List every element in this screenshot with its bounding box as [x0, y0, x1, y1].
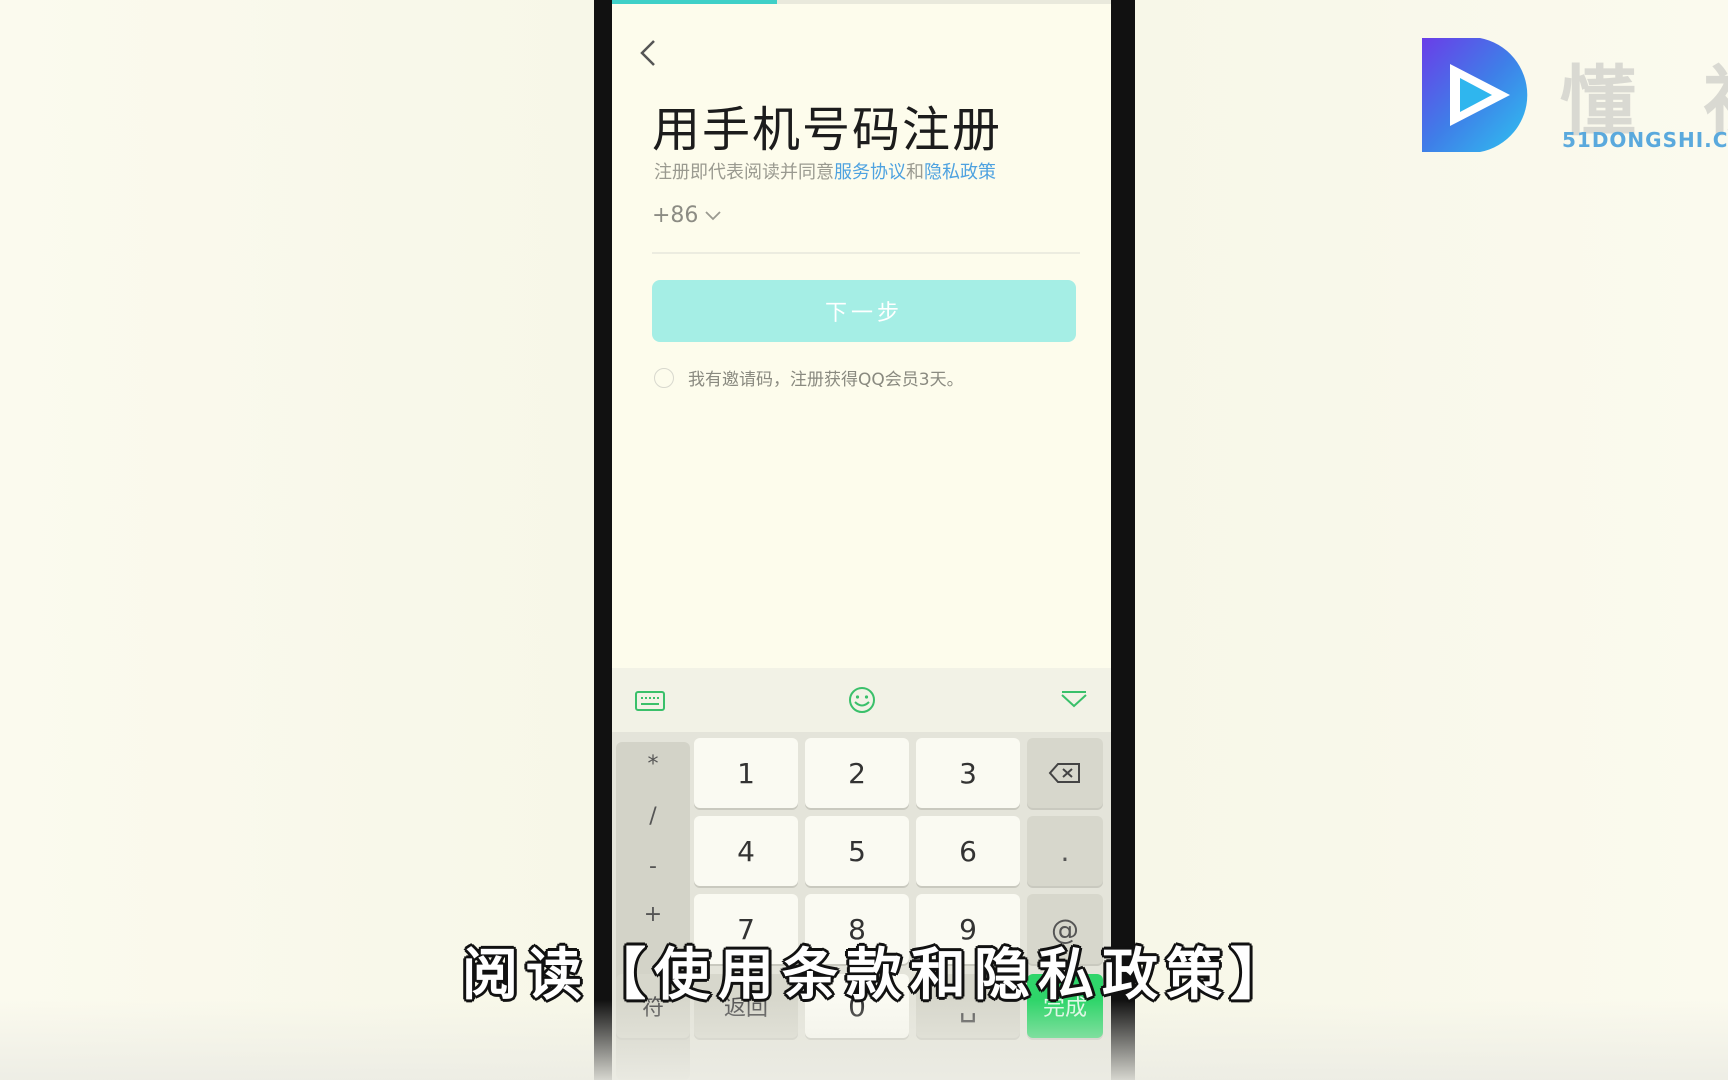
service-agreement-link[interactable]: 服务协议: [834, 162, 906, 183]
backspace-key[interactable]: [1027, 738, 1103, 808]
symbol-minus-key[interactable]: -: [616, 854, 690, 879]
agreement-text: 注册即代表阅读并同意服务协议和隐私政策: [654, 158, 996, 184]
play-logo-icon: [1422, 38, 1528, 152]
agreement-prefix: 注册即代表阅读并同意: [654, 162, 834, 183]
collapse-keyboard-icon[interactable]: [1058, 686, 1090, 714]
key-4[interactable]: 4: [694, 816, 798, 886]
page-title: 用手机号码注册: [652, 102, 1003, 158]
key-5[interactable]: 5: [805, 816, 909, 886]
background-right: [1134, 0, 1728, 1080]
keyboard-icon[interactable]: [634, 686, 666, 714]
background-left: [0, 0, 594, 1080]
privacy-policy-link[interactable]: 隐私政策: [924, 162, 996, 183]
phone-frame: 用手机号码注册 注册即代表阅读并同意服务协议和隐私政策 +86 下一步 我有邀请…: [594, 0, 1135, 1080]
symbol-plus-key[interactable]: +: [616, 902, 690, 927]
key-1[interactable]: 1: [694, 738, 798, 808]
key-2[interactable]: 2: [805, 738, 909, 808]
invite-code-label: 我有邀请码，注册获得QQ会员3天。: [688, 370, 964, 390]
agreement-conjunction: 和: [906, 162, 924, 183]
brand-logo: 懂 视 51DONGSHI.CO: [1420, 36, 1728, 156]
dot-key[interactable]: .: [1027, 816, 1103, 886]
keyboard-toolbar: [612, 668, 1111, 732]
emoji-icon[interactable]: [846, 686, 878, 714]
progress-bar: [612, 0, 1111, 4]
symbol-asterisk-key[interactable]: *: [616, 752, 690, 777]
back-arrow-icon[interactable]: [636, 38, 660, 68]
country-code-label: +86: [652, 203, 699, 228]
invite-code-radio[interactable]: [654, 367, 674, 388]
key-6[interactable]: 6: [916, 816, 1020, 886]
bottom-gradient: [0, 1000, 1728, 1080]
backspace-icon: [1048, 763, 1080, 783]
next-step-button[interactable]: 下一步: [652, 280, 1076, 342]
key-3[interactable]: 3: [916, 738, 1020, 808]
chevron-down-icon: [705, 210, 722, 220]
invite-code-option[interactable]: 我有邀请码，注册获得QQ会员3天。: [654, 365, 964, 390]
phone-screen: 用手机号码注册 注册即代表阅读并同意服务协议和隐私政策 +86 下一步 我有邀请…: [612, 0, 1111, 1080]
progress-fill: [612, 0, 777, 4]
logo-english-text: 51DONGSHI.CO: [1562, 128, 1728, 152]
country-code-selector[interactable]: +86: [652, 203, 722, 228]
video-subtitle: 阅读【使用条款和隐私政策】: [462, 943, 1294, 1008]
symbol-slash-key[interactable]: /: [616, 804, 690, 829]
